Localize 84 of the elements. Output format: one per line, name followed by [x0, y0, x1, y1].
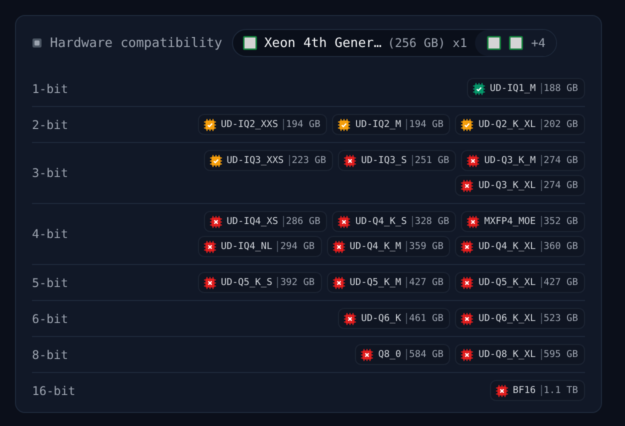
quant-name: MXFP4_MOE: [484, 216, 536, 227]
chip-icon: [32, 38, 42, 48]
quant-tag[interactable]: UD-Q5_K_M 427 GB: [326, 272, 450, 293]
quant-tag[interactable]: UD-Q8_K_XL 595 GB: [455, 344, 585, 365]
quant-tag[interactable]: UD-Q2_K_XL 202 GB: [455, 114, 585, 135]
cpu-icon: [487, 36, 502, 50]
quant-name: UD-IQ2_M: [355, 119, 402, 130]
quant-size: 427 GB: [406, 277, 444, 288]
quant-tag[interactable]: MXFP4_MOE 352 GB: [461, 211, 585, 232]
quant-size: 194 GB: [283, 119, 320, 130]
quant-name: UD-IQ2_XXS: [220, 119, 278, 130]
device-count: +4: [531, 36, 546, 50]
quant-name: UD-Q3_K_M: [484, 155, 536, 166]
quant-size: 328 GB: [412, 216, 450, 227]
quant-size: 392 GB: [277, 277, 315, 288]
quant-size: 274 GB: [540, 155, 578, 166]
quant-name: UD-Q6_K: [361, 313, 402, 324]
quant-tag[interactable]: UD-IQ2_XXS 194 GB: [198, 114, 328, 135]
cpu-icon: [509, 36, 524, 50]
quant-tag[interactable]: UD-Q4_K_M 359 GB: [326, 236, 450, 257]
quant-size: 194 GB: [406, 119, 444, 130]
quant-size: 352 GB: [540, 216, 578, 227]
quant-name: UD-Q8_K_XL: [478, 349, 536, 360]
quant-size: 461 GB: [406, 313, 444, 324]
bit-label: 2-bit: [32, 118, 68, 132]
quant-name: Q8_0: [378, 349, 402, 360]
quant-tag[interactable]: BF16 1.1 TB: [490, 380, 585, 401]
bit-label: 16-bit: [32, 384, 76, 398]
quant-size: 223 GB: [288, 155, 326, 166]
device-name: Xeon 4th Gener…: [264, 36, 382, 50]
quant-name: UD-Q5_K_XL: [478, 277, 536, 288]
quant-size: 188 GB: [540, 83, 578, 94]
quant-size: 359 GB: [406, 241, 444, 252]
quant-name: UD-Q4_K_S: [355, 216, 407, 227]
quant-tag[interactable]: UD-Q4_K_S 328 GB: [332, 211, 456, 232]
more-devices[interactable]: +4: [475, 30, 556, 56]
quant-tag[interactable]: UD-Q5_K_S 392 GB: [198, 272, 322, 293]
device-detail: (256 GB) x1: [388, 36, 468, 50]
quant-name: UD-Q4_K_XL: [478, 241, 536, 252]
quant-size: 360 GB: [540, 241, 578, 252]
quant-name: UD-Q5_K_M: [350, 277, 402, 288]
quant-size: 286 GB: [283, 216, 320, 227]
quant-name: UD-Q3_K_XL: [478, 180, 536, 191]
quant-tag[interactable]: UD-Q3_K_M 274 GB: [461, 150, 585, 171]
quant-name: UD-IQ1_M: [490, 83, 536, 94]
bit-label: 8-bit: [32, 348, 68, 362]
quant-name: UD-Q6_K_XL: [478, 313, 536, 324]
quant-name: UD-Q5_K_S: [220, 277, 272, 288]
quant-tag[interactable]: UD-Q6_K_XL 523 GB: [455, 308, 585, 329]
cpu-icon: [243, 36, 258, 50]
quant-size: 523 GB: [540, 313, 578, 324]
quant-tag[interactable]: UD-IQ2_M 194 GB: [332, 114, 450, 135]
quant-name: BF16: [512, 385, 536, 396]
quant-size: 584 GB: [406, 349, 444, 360]
bit-label: 4-bit: [32, 227, 68, 241]
bit-label: 3-bit: [32, 166, 68, 180]
bit-label: 6-bit: [32, 312, 68, 326]
quant-tag[interactable]: UD-IQ3_S 251 GB: [338, 150, 456, 171]
quant-name: UD-IQ3_S: [361, 155, 407, 166]
quant-size: 274 GB: [540, 180, 578, 191]
quant-name: UD-IQ3_XXS: [226, 155, 284, 166]
quant-tag[interactable]: UD-Q3_K_XL 274 GB: [455, 175, 585, 196]
quant-tag[interactable]: UD-Q5_K_XL 427 GB: [455, 272, 585, 293]
quant-name: UD-IQ4_NL: [220, 241, 272, 252]
bit-label: 5-bit: [32, 276, 68, 290]
quant-size: 294 GB: [277, 241, 315, 252]
quant-name: UD-Q2_K_XL: [478, 119, 536, 130]
quant-size: 427 GB: [540, 277, 578, 288]
quant-tag[interactable]: UD-IQ3_XXS 223 GB: [204, 150, 334, 171]
quant-size: 1.1 TB: [540, 385, 578, 396]
quant-name: UD-Q4_K_M: [350, 241, 402, 252]
quant-tag[interactable]: UD-IQ1_M 188 GB: [466, 78, 585, 99]
quant-tag[interactable]: UD-Q4_K_XL 360 GB: [455, 236, 585, 257]
quant-name: UD-IQ4_XS: [226, 216, 278, 227]
bit-label: 1-bit: [32, 82, 68, 96]
quant-tag[interactable]: Q8_0 584 GB: [355, 344, 450, 365]
quant-size: 251 GB: [412, 155, 450, 166]
quant-tag[interactable]: UD-IQ4_NL 294 GB: [198, 236, 322, 257]
quant-size: 595 GB: [540, 349, 578, 360]
section-title: Hardware compatibility: [50, 36, 222, 50]
quant-tag[interactable]: UD-IQ4_XS 286 GB: [204, 211, 328, 232]
quant-size: 202 GB: [540, 119, 578, 130]
hardware-selector[interactable]: Xeon 4th Gener… (256 GB) x1 +4: [232, 29, 557, 57]
quant-tag[interactable]: UD-Q6_K 461 GB: [338, 308, 450, 329]
